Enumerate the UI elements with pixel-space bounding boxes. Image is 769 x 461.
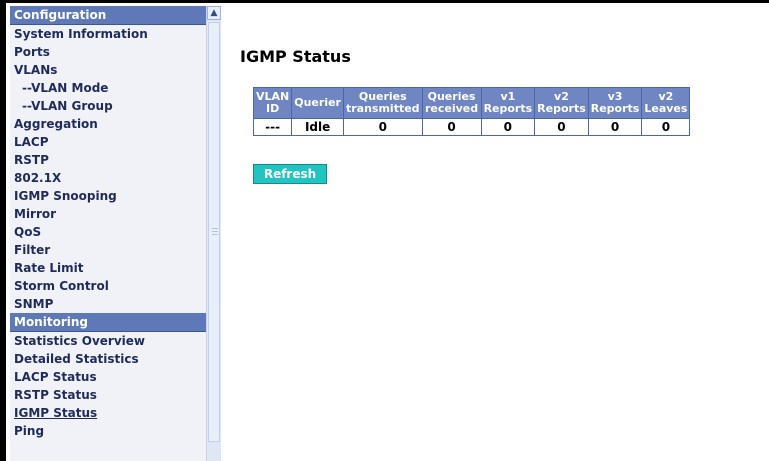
- table-cell: 0: [534, 118, 589, 136]
- table-cell: 0: [421, 118, 482, 136]
- column-header: v2 Leaves: [641, 87, 691, 119]
- sidebar-item-lacp[interactable]: LACP: [10, 133, 206, 151]
- sidebar-header-monitoring: Monitoring: [10, 313, 206, 332]
- sidebar-item-rstp[interactable]: RSTP: [10, 151, 206, 169]
- table-cell: 0: [641, 118, 691, 136]
- sidebar-item-ports[interactable]: Ports: [10, 43, 206, 61]
- table-cell: Idle: [291, 118, 344, 136]
- column-header: v1 Reports: [480, 87, 536, 119]
- sidebar-item-802-1x[interactable]: 802.1X: [10, 169, 206, 187]
- table-row: --- Idle 0 0 0 0 0 0: [252, 118, 691, 136]
- top-border: [0, 0, 769, 3]
- column-header: v3 Reports: [587, 87, 643, 119]
- igmp-status-table: VLAN ID Querier Queries transmitted Queries re…: [252, 87, 691, 136]
- column-header: Querier: [291, 87, 344, 119]
- column-header-line: Leaves: [644, 102, 688, 115]
- column-header: VLAN ID: [252, 87, 293, 119]
- sidebar-scrollbar[interactable]: ▲: [206, 6, 221, 461]
- refresh-button[interactable]: Refresh: [253, 164, 327, 184]
- sidebar-header-configuration: Configuration: [10, 6, 206, 25]
- sidebar-item-system-information[interactable]: System Information: [10, 25, 206, 43]
- sidebar-item-rate-limit[interactable]: Rate Limit: [10, 259, 206, 277]
- column-header-line: received: [424, 102, 479, 115]
- sidebar-item-mirror[interactable]: Mirror: [10, 205, 206, 223]
- sidebar-item-igmp-status[interactable]: IGMP Status: [10, 404, 206, 422]
- sidebar-item-detailed-statistics[interactable]: Detailed Statistics: [10, 350, 206, 368]
- sidebar-item-rstp-status[interactable]: RSTP Status: [10, 386, 206, 404]
- sidebar-item-vlans[interactable]: VLANs: [10, 61, 206, 79]
- column-header-line: Reports: [537, 102, 586, 115]
- column-header-line: ID: [266, 102, 280, 115]
- sidebar-item-storm-control[interactable]: Storm Control: [10, 277, 206, 295]
- sidebar-item-aggregation[interactable]: Aggregation: [10, 115, 206, 133]
- column-header-line: Querier: [294, 96, 341, 109]
- sidebar-item-qos[interactable]: QoS: [10, 223, 206, 241]
- left-border: [0, 3, 6, 461]
- sidebar-item-lacp-status[interactable]: LACP Status: [10, 368, 206, 386]
- scroll-thumb[interactable]: [208, 22, 220, 442]
- sidebar-item-statistics-overview[interactable]: Statistics Overview: [10, 332, 206, 350]
- sidebar-item-vlan-mode[interactable]: --VLAN Mode: [10, 79, 206, 97]
- sidebar-nav: Configuration System Information Ports VLAN…: [10, 6, 206, 461]
- column-header: v2 Reports: [534, 87, 589, 119]
- table-cell: 0: [587, 118, 643, 136]
- scroll-up-arrow-icon[interactable]: ▲: [207, 6, 221, 20]
- sidebar-item-filter[interactable]: Filter: [10, 241, 206, 259]
- table-cell: 0: [342, 118, 423, 136]
- column-header: Queries received: [421, 87, 482, 119]
- sidebar-item-vlan-group[interactable]: --VLAN Group: [10, 97, 206, 115]
- sidebar-item-igmp-snooping[interactable]: IGMP Snooping: [10, 187, 206, 205]
- page-title: IGMP Status: [240, 47, 351, 66]
- sidebar-item-ping[interactable]: Ping: [10, 422, 206, 440]
- column-header-line: Reports: [590, 102, 640, 115]
- column-header-line: Reports: [483, 102, 533, 115]
- table-cell: 0: [480, 118, 536, 136]
- column-header-line: transmitted: [345, 102, 420, 115]
- sidebar-item-snmp[interactable]: SNMP: [10, 295, 206, 313]
- table-cell: ---: [252, 118, 293, 136]
- column-header: Queries transmitted: [342, 87, 423, 119]
